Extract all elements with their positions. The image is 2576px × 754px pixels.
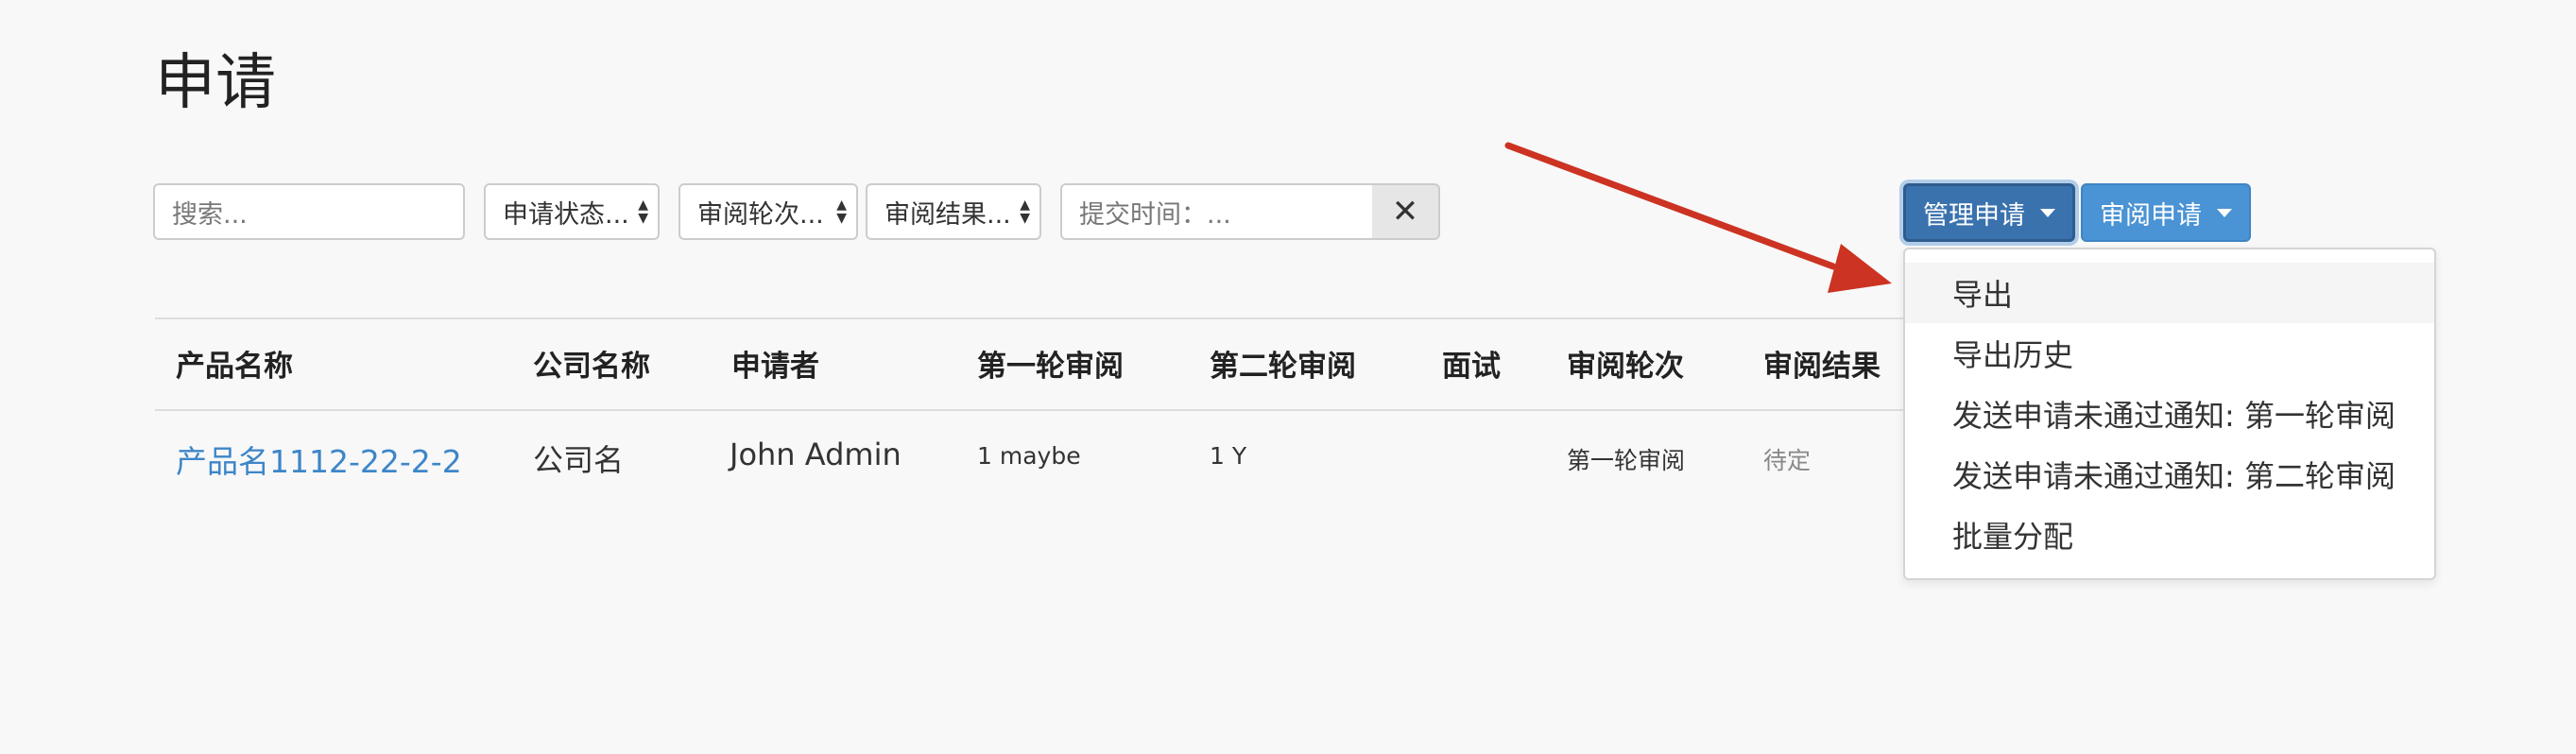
annotation-arrow-icon: [1504, 142, 1892, 293]
